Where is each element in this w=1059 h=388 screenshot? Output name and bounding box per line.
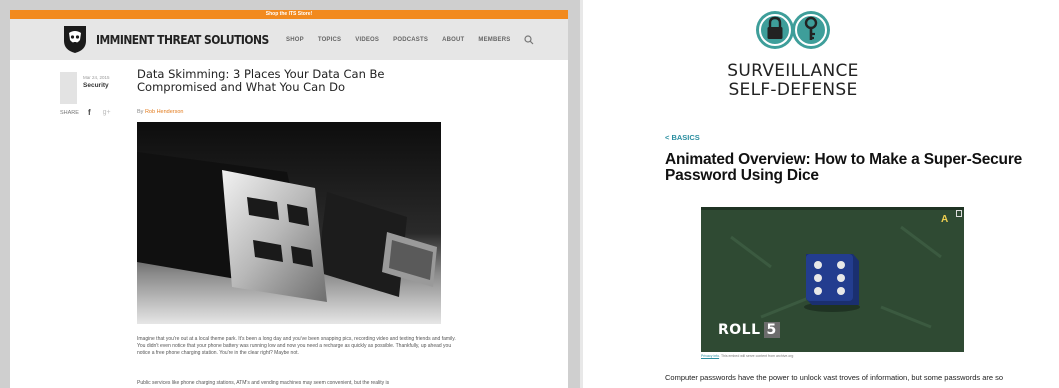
- video-embed-control-icon[interactable]: [956, 210, 962, 217]
- usb-cable-photo: [137, 122, 441, 324]
- ssd-logo-line-2: SELF-DEFENSE: [728, 80, 858, 100]
- promo-bar[interactable]: Shop the ITS Store!: [10, 10, 568, 19]
- nav-about[interactable]: ABOUT: [442, 37, 464, 43]
- post-paragraph-1: Imagine that you're out at a local theme…: [137, 336, 456, 357]
- brand-name[interactable]: IMMINENT THREAT SOLUTIONS: [96, 32, 269, 47]
- its-page: Shop the ITS Store! IMMINENT THREAT SOLU…: [10, 10, 568, 388]
- post-date: Mar 24, 2015: [83, 75, 110, 80]
- video-roll-caption: ROLL 5: [718, 322, 780, 338]
- roll-word: ROLL: [718, 322, 761, 338]
- share-label: SHARE: [60, 109, 79, 116]
- byline-prefix: By: [137, 109, 144, 115]
- its-shield-logo-icon[interactable]: [62, 24, 88, 54]
- author-avatar: [60, 72, 77, 104]
- ssd-logo-line-1: SURVEILLANCE: [727, 61, 859, 81]
- post-category[interactable]: Security: [83, 82, 109, 89]
- main-nav: SHOP TOPICS VIDEOS PODCASTS ABOUT MEMBER…: [286, 19, 534, 60]
- nav-videos[interactable]: VIDEOS: [355, 37, 379, 43]
- page-title: Animated Overview: How to Make a Super-S…: [665, 151, 1023, 184]
- its-screenshot-panel: Shop the ITS Store! IMMINENT THREAT SOLU…: [0, 0, 580, 388]
- privacy-note-text: . This embed will serve content from arc…: [719, 354, 794, 358]
- google-plus-icon[interactable]: g+: [103, 109, 111, 116]
- nav-members[interactable]: MEMBERS: [478, 37, 510, 43]
- post-title: Data Skimming: 3 Places Your Data Can Be…: [137, 67, 385, 94]
- ssd-lock-key-logo-icon[interactable]: [755, 6, 831, 54]
- nav-podcasts[interactable]: PODCASTS: [393, 37, 428, 43]
- site-header: IMMINENT THREAT SOLUTIONS SHOP TOPICS VI…: [10, 19, 568, 60]
- post-paragraph-2: Public services like phone charging stat…: [137, 380, 390, 386]
- privacy-note: Privacy info. This embed will serve cont…: [701, 354, 793, 358]
- search-icon[interactable]: [524, 34, 534, 45]
- video-embed[interactable]: A ROLL 5: [701, 207, 964, 352]
- breadcrumb-basics-link[interactable]: < BASICS: [665, 133, 700, 142]
- video-provider-logo[interactable]: A: [941, 214, 948, 225]
- privacy-info-link[interactable]: Privacy info: [701, 354, 719, 358]
- author-link[interactable]: Rob Henderson: [145, 109, 184, 115]
- nav-topics[interactable]: TOPICS: [318, 37, 341, 43]
- post-byline: By Rob Henderson: [137, 109, 183, 115]
- article-body-start: Computer passwords have the power to unl…: [665, 373, 1004, 382]
- share-bar: SHARE f g+: [60, 108, 111, 117]
- post-meta: Mar 24, 2015 Security: [60, 72, 114, 104]
- ssd-screenshot-panel: SURVEILLANCE SELF-DEFENSE < BASICS Anima…: [583, 0, 1059, 388]
- nav-shop[interactable]: SHOP: [286, 37, 304, 43]
- facebook-icon[interactable]: f: [88, 108, 91, 117]
- roll-number: 5: [763, 322, 780, 338]
